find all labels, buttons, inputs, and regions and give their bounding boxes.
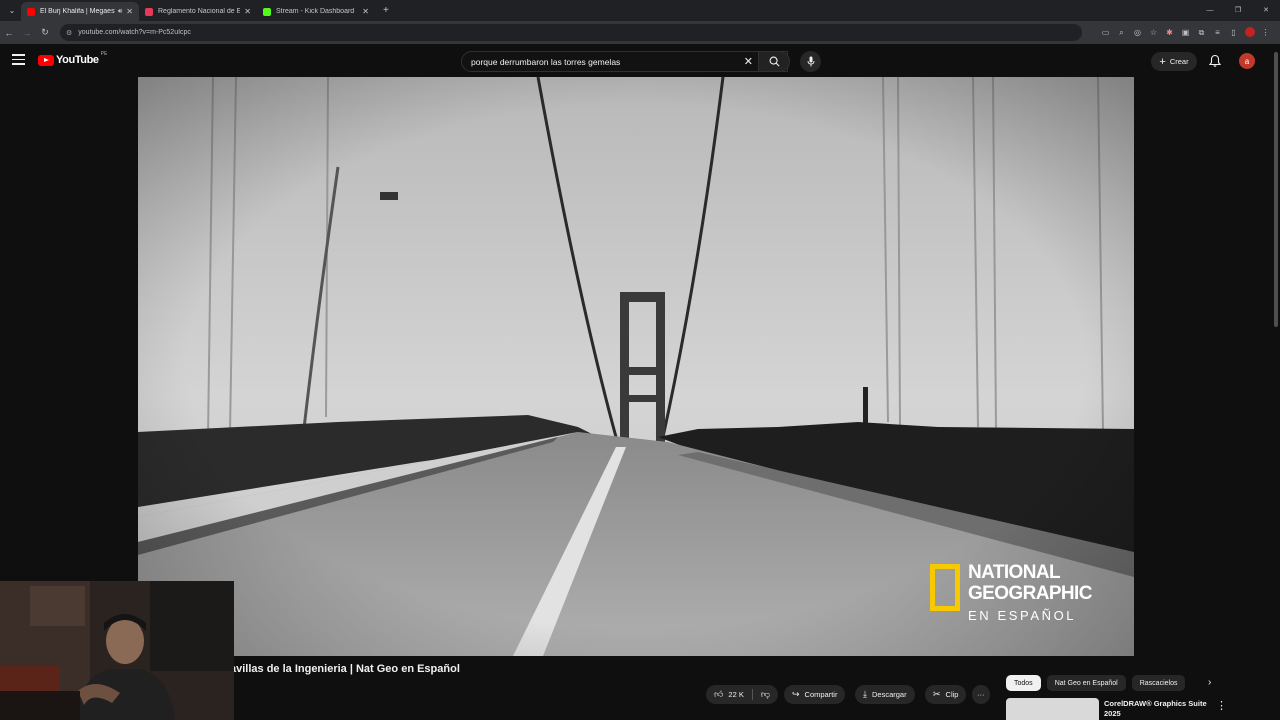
tab-reglamento[interactable]: Reglamento Nacional de Edificaciones ✕ bbox=[139, 2, 257, 21]
extensions-menu-icon[interactable]: ≡ bbox=[1213, 28, 1222, 37]
pdf-favicon-icon bbox=[145, 7, 153, 16]
page-scrollbar[interactable] bbox=[1272, 44, 1280, 720]
cast-icon[interactable]: ▭ bbox=[1101, 28, 1110, 37]
audio-playing-icon[interactable]: 🔊︎ bbox=[118, 8, 122, 16]
like-dislike-group: 👍︎ 22 K 👎︎ bbox=[706, 685, 778, 704]
recommended-thumbnail[interactable] bbox=[1006, 698, 1099, 720]
url-text: youtube.com/watch?v=m-Pc52uIcpc bbox=[78, 29, 191, 36]
notifications-bell-icon[interactable] bbox=[1208, 54, 1222, 68]
more-vert-icon[interactable]: ⋮ bbox=[1216, 699, 1227, 712]
video-player[interactable]: NATIONAL GEOGRAPHIC EN ESPAÑOL bbox=[138, 77, 1134, 656]
thumbs-up-icon: 👍︎ bbox=[714, 689, 724, 699]
profile-avatar-icon[interactable] bbox=[1245, 26, 1255, 39]
tab-kick-dashboard[interactable]: Stream - Kick Dashboard ✕ bbox=[257, 2, 375, 21]
microphone-icon bbox=[807, 56, 814, 67]
youtube-favicon-icon bbox=[27, 7, 35, 16]
natgeo-line1: NATIONAL bbox=[968, 562, 1061, 583]
webcam-person-image bbox=[0, 581, 234, 720]
back-arrow-icon[interactable]: ← bbox=[0, 28, 18, 38]
thumbs-down-icon[interactable]: 👎︎ bbox=[761, 689, 770, 700]
extensions-puzzle-icon[interactable]: ⧉ bbox=[1197, 28, 1206, 38]
youtube-play-logo-icon bbox=[38, 54, 54, 66]
download-icon: ⤓ bbox=[863, 689, 867, 699]
scrollbar-thumb[interactable] bbox=[1274, 52, 1278, 327]
chip-rascacielos[interactable]: Rascacielos bbox=[1131, 675, 1186, 691]
window-controls: — ❐ ✕ bbox=[1196, 0, 1280, 21]
sidebar-icon[interactable]: ▯ bbox=[1229, 28, 1238, 37]
clip-button[interactable]: ✂ Clip bbox=[925, 685, 967, 704]
youtube-logo[interactable]: YouTube PE bbox=[38, 51, 108, 66]
natgeo-yellow-frame-logo bbox=[930, 564, 960, 611]
natgeo-watermark: NATIONAL GEOGRAPHIC EN ESPAÑOL bbox=[930, 562, 1092, 623]
search-icon bbox=[769, 56, 779, 67]
forward-arrow-icon[interactable]: → bbox=[18, 28, 36, 38]
minimize-icon[interactable]: — bbox=[1196, 0, 1224, 21]
streamer-webcam-overlay bbox=[0, 581, 234, 720]
close-tab-icon[interactable]: ✕ bbox=[244, 7, 251, 16]
search-input[interactable] bbox=[462, 56, 732, 67]
search-box: ✕ bbox=[461, 51, 788, 72]
chevron-right-icon[interactable]: › bbox=[1208, 677, 1211, 688]
zoom-icon[interactable]: ⌕ bbox=[1117, 28, 1126, 38]
save-icon[interactable]: ▣ bbox=[1181, 28, 1190, 37]
scissors-icon: ✂ bbox=[933, 689, 941, 699]
natgeo-wordmark: NATIONAL GEOGRAPHIC EN ESPAÑOL bbox=[968, 562, 1092, 623]
chip-natgeo[interactable]: Nat Geo en Español bbox=[1046, 675, 1126, 691]
close-window-icon[interactable]: ✕ bbox=[1252, 0, 1280, 21]
plus-icon: + bbox=[1159, 55, 1166, 68]
related-chips: Todos Nat Geo en Español Rascacielos bbox=[1006, 675, 1186, 691]
youtube-wordmark: YouTube bbox=[56, 54, 99, 66]
youtube-header: YouTube PE ✕ + Crear a bbox=[0, 44, 1280, 77]
create-button[interactable]: + Crear bbox=[1151, 52, 1197, 71]
maximize-icon[interactable]: ❐ bbox=[1224, 0, 1252, 21]
tab-title: Stream - Kick Dashboard bbox=[276, 8, 355, 15]
tab-burj-khalifa[interactable]: El Burj Khalifa | Megaestructuras 🔊︎ ✕ bbox=[21, 2, 139, 21]
eye-off-icon[interactable]: ◎ bbox=[1133, 28, 1142, 37]
bookmark-star-icon[interactable]: ☆ bbox=[1149, 28, 1158, 37]
browser-tabstrip: ⌄ El Burj Khalifa | Megaestructuras 🔊︎ ✕… bbox=[0, 0, 1280, 21]
share-label: Compartir bbox=[804, 690, 838, 699]
menu-hamburger-icon[interactable] bbox=[12, 54, 25, 66]
more-dots-icon: ··· bbox=[977, 690, 985, 699]
divider bbox=[751, 689, 753, 700]
reload-icon[interactable]: ↻ bbox=[36, 27, 54, 38]
region-code: PE bbox=[100, 51, 108, 57]
natgeo-line3: EN ESPAÑOL bbox=[968, 608, 1077, 623]
like-button[interactable]: 👍︎ 22 K bbox=[714, 689, 744, 700]
tab-title: El Burj Khalifa | Megaestructuras bbox=[40, 8, 115, 15]
clip-label: Clip bbox=[945, 690, 959, 699]
new-tab-plus-icon[interactable]: + bbox=[383, 5, 389, 16]
natgeo-line2: GEOGRAPHIC bbox=[968, 583, 1092, 604]
create-label: Crear bbox=[1169, 57, 1189, 66]
chip-todos[interactable]: Todos bbox=[1006, 675, 1041, 691]
more-actions-button[interactable]: ··· bbox=[972, 685, 990, 704]
download-label: Descargar bbox=[871, 690, 907, 699]
video-title: avillas de la Ingenieria | Nat Geo en Es… bbox=[230, 663, 460, 675]
clear-search-icon[interactable]: ✕ bbox=[744, 56, 753, 68]
tab-title: Reglamento Nacional de Edificaciones bbox=[158, 8, 241, 15]
share-button[interactable]: ↪ Compartir bbox=[784, 685, 846, 704]
address-bar[interactable]: ⚙ youtube.com/watch?v=m-Pc52uIcpc bbox=[60, 24, 1082, 41]
download-button[interactable]: ⤓ Descargar bbox=[855, 685, 915, 704]
site-info-icon[interactable]: ⚙ bbox=[66, 29, 72, 37]
tab-search-button[interactable]: ⌄ bbox=[3, 3, 21, 19]
search-button[interactable] bbox=[758, 51, 790, 72]
voice-search-button[interactable] bbox=[800, 51, 821, 72]
browser-extension-icons: ▭ ⌕ ◎ ☆ ✱ ▣ ⧉ ≡ ▯ ⋮ bbox=[1101, 21, 1270, 44]
recommended-title[interactable]: CorelDRAW® Graphics Suite 2025 bbox=[1104, 699, 1208, 719]
browser-menu-icon[interactable]: ⋮ bbox=[1261, 28, 1270, 37]
close-tab-icon[interactable]: ✕ bbox=[126, 7, 133, 16]
record-extension-icon[interactable]: ✱ bbox=[1165, 28, 1174, 37]
close-tab-icon[interactable]: ✕ bbox=[362, 7, 369, 16]
browser-toolbar: ← → ↻ ⚙ youtube.com/watch?v=m-Pc52uIcpc … bbox=[0, 21, 1280, 44]
account-avatar[interactable]: a bbox=[1239, 53, 1255, 69]
kick-favicon-icon bbox=[263, 7, 271, 16]
share-arrow-icon: ↪ bbox=[792, 689, 800, 699]
like-count: 22 K bbox=[728, 690, 744, 699]
